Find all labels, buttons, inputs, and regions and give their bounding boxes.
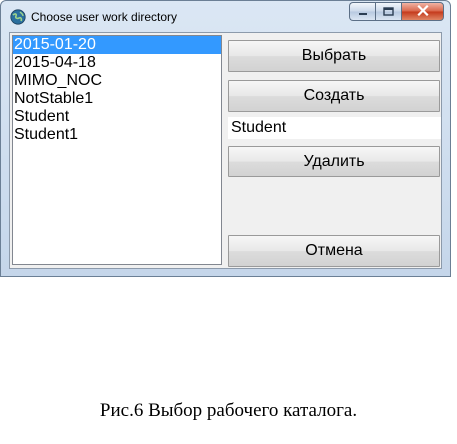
directory-list[interactable]: 2015-01-20 2015-04-18 MIMO_NOC NotStable… xyxy=(12,35,222,265)
list-item[interactable]: MIMO_NOC xyxy=(13,72,221,90)
directory-name-field[interactable] xyxy=(228,117,441,139)
cancel-button[interactable]: Отмена xyxy=(228,235,440,267)
create-button[interactable]: Создать xyxy=(228,80,440,112)
select-button[interactable]: Выбрать xyxy=(228,40,440,72)
list-item[interactable]: NotStable1 xyxy=(13,90,221,108)
window-controls xyxy=(349,2,444,21)
close-icon xyxy=(416,3,429,21)
close-button[interactable] xyxy=(401,2,444,21)
list-item[interactable]: 2015-04-18 xyxy=(13,54,221,72)
list-item[interactable]: 2015-01-20 xyxy=(13,36,221,54)
list-item[interactable]: Student xyxy=(13,108,221,126)
window-titlebar[interactable]: Choose user work directory xyxy=(1,1,450,31)
minimize-icon xyxy=(358,3,368,21)
minimize-button[interactable] xyxy=(349,2,375,21)
maximize-button[interactable] xyxy=(375,2,401,21)
dialog-client-area: 2015-01-20 2015-04-18 MIMO_NOC NotStable… xyxy=(9,32,442,269)
globe-icon xyxy=(10,9,26,25)
list-item[interactable]: Student1 xyxy=(13,126,221,144)
figure-caption: Рис.6 Выбор рабочего каталога. xyxy=(99,400,358,421)
delete-button[interactable]: Удалить xyxy=(228,146,440,177)
maximize-icon xyxy=(383,3,394,21)
choose-directory-window: Choose user work directory 2015-01-20 20… xyxy=(0,0,451,277)
window-title: Choose user work directory xyxy=(31,10,178,24)
